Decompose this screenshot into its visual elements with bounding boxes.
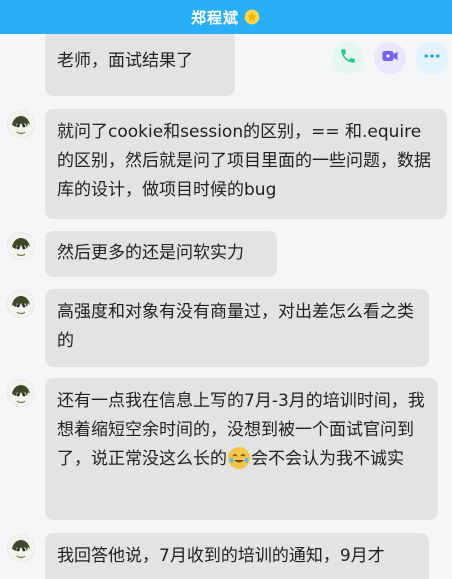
- message-text: 我回答他说，7月收到的培训的通知，9月才: [57, 546, 385, 566]
- message-text: 会不会认为我不诚实: [251, 449, 404, 469]
- star-icon: [243, 8, 261, 26]
- message-list[interactable]: 老师，面试结果了 就问了cookie和session的区别，== 和.equir…: [0, 34, 452, 579]
- message-bubble[interactable]: 高强度和对象有没有商量过，对出差怎么看之类的: [45, 289, 429, 367]
- chat-titlebar: 郑程斌: [0, 0, 452, 34]
- avatar[interactable]: [7, 110, 35, 138]
- avatar[interactable]: [7, 290, 35, 318]
- tears-of-joy-icon: [228, 447, 250, 469]
- message-bubble[interactable]: 老师，面试结果了: [45, 34, 235, 96]
- message-text: 然后更多的还是问软实力: [57, 243, 244, 263]
- contact-name: 郑程斌: [190, 8, 239, 27]
- message-bubble[interactable]: 我回答他说，7月收到的培训的通知，9月才: [45, 533, 429, 579]
- avatar[interactable]: [7, 232, 35, 260]
- message-text: 高强度和对象有没有商量过，对出差怎么看之类的: [57, 302, 414, 351]
- message-bubble[interactable]: 然后更多的还是问软实力: [45, 231, 277, 277]
- message-text: 老师，面试结果了: [57, 51, 193, 71]
- avatar[interactable]: [7, 379, 35, 407]
- message-bubble[interactable]: 就问了cookie和session的区别，== 和.equire的区别，然后就是…: [45, 109, 447, 219]
- avatar[interactable]: [7, 534, 35, 562]
- message-text: 就问了cookie和session的区别，== 和.equire的区别，然后就是…: [57, 122, 431, 200]
- message-bubble[interactable]: 还有一点我在信息上写的7月-3月的培训时间，我想着缩短空余时间的，没想到被一个面…: [45, 378, 438, 520]
